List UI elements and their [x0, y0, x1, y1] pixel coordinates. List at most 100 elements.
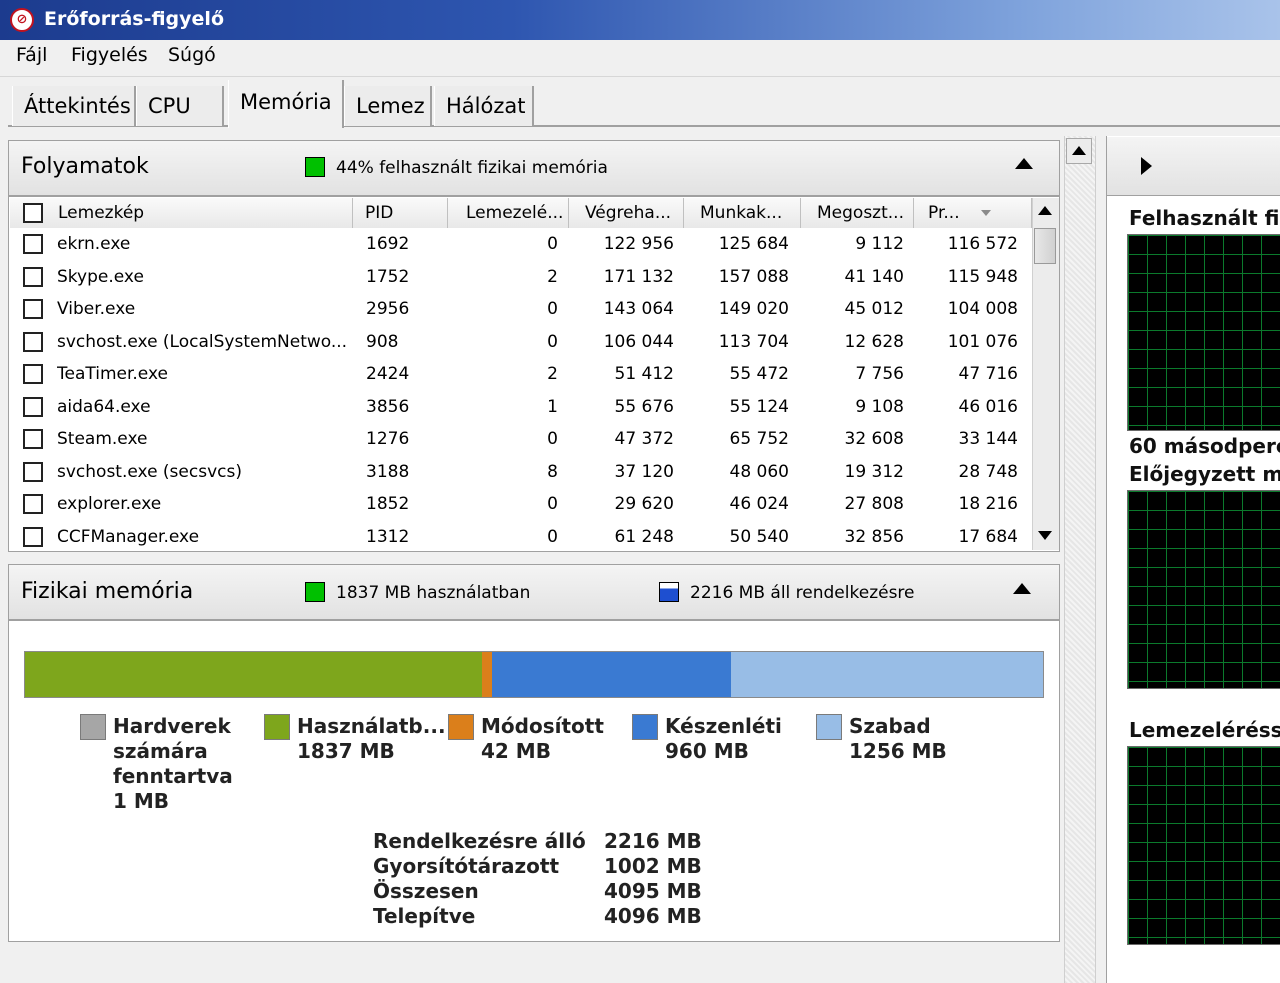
available-indicator-icon: [659, 582, 679, 602]
tab-memory[interactable]: Memória: [228, 80, 344, 128]
column-header-commit[interactable]: Végreha...: [569, 198, 684, 228]
table-cell: 12 628: [844, 331, 904, 352]
used-physical-memory-graph: [1127, 234, 1280, 431]
menu-monitor[interactable]: Figyelés: [71, 44, 148, 66]
available-status: 2216 MB áll rendelkezésre: [690, 583, 915, 603]
row-checkbox[interactable]: [23, 364, 43, 384]
table-cell: 113 704: [718, 331, 789, 352]
legend-label: Szabad: [849, 714, 931, 738]
sort-descending-icon: [981, 210, 991, 216]
table-cell: ekrn.exe: [57, 234, 131, 254]
table-cell: 32 608: [844, 429, 904, 449]
table-cell: 157 088: [718, 266, 789, 287]
table-cell: 19 312: [844, 461, 904, 482]
table-cell: 0: [547, 299, 558, 319]
table-cell: TeaTimer.exe: [57, 364, 168, 384]
table-cell: 104 008: [947, 299, 1018, 319]
stat-value: 1002 MB: [604, 854, 702, 878]
table-cell: 2424: [366, 364, 410, 384]
column-header-image[interactable]: Lemezkép: [10, 198, 353, 228]
in-use-indicator-icon: [305, 582, 325, 602]
tab-network[interactable]: Hálózat: [434, 86, 534, 126]
graph-label-commit-charge: Előjegyzett me: [1129, 462, 1280, 486]
table-cell: 106 044: [603, 331, 674, 352]
tab-disk[interactable]: Lemez: [344, 86, 432, 126]
table-cell: 1692: [366, 234, 410, 254]
modified-segment: [481, 652, 493, 697]
table-cell: 1312: [366, 526, 410, 547]
column-header-hard-faults[interactable]: Lemezelé...: [448, 198, 569, 228]
select-all-checkbox[interactable]: [23, 203, 43, 223]
table-cell: svchost.exe (LocalSystemNetwo...: [57, 331, 348, 352]
legend-label: Hardverek számára fenntartva: [113, 714, 233, 788]
row-checkbox[interactable]: [23, 331, 43, 352]
expand-views-icon[interactable]: [1141, 157, 1152, 175]
table-cell: 0: [547, 526, 558, 547]
table-cell: 143 064: [603, 299, 674, 319]
stat-value: 2216 MB: [604, 829, 702, 853]
row-checkbox[interactable]: [23, 266, 43, 287]
column-header-pid[interactable]: PID: [353, 198, 448, 228]
table-cell: 18 216: [958, 494, 1018, 514]
table-cell: CCFManager.exe: [57, 526, 200, 547]
table-cell: 2956: [366, 299, 410, 319]
table-cell: 0: [547, 429, 558, 449]
legend-swatch: [448, 714, 474, 740]
legend-swatch: [264, 714, 290, 740]
table-cell: 28 748: [958, 461, 1018, 482]
tab-cpu[interactable]: CPU: [136, 86, 224, 126]
legend-value: 960 MB: [665, 739, 749, 763]
legend-value: 1 MB: [113, 789, 170, 813]
table-cell: explorer.exe: [57, 494, 162, 514]
table-cell: 3856: [366, 396, 410, 417]
row-checkbox[interactable]: [23, 494, 43, 514]
row-checkbox[interactable]: [23, 526, 43, 547]
graphs-header[interactable]: [1107, 137, 1280, 196]
legend-label: Módosított: [481, 714, 604, 738]
main-scroll-up-icon[interactable]: [1072, 146, 1086, 155]
table-cell: 33 144: [958, 429, 1018, 449]
table-cell: 50 540: [729, 526, 789, 547]
table-cell: 1276: [366, 429, 410, 449]
legend-label: Készenléti: [665, 714, 782, 738]
table-cell: 46 024: [729, 494, 789, 514]
table-cell: 171 132: [603, 266, 674, 287]
table-cell: Skype.exe: [57, 266, 144, 287]
menu-help[interactable]: Súgó: [168, 44, 216, 66]
column-header-working-set[interactable]: Munkak...: [684, 198, 801, 228]
row-checkbox[interactable]: [23, 429, 43, 449]
collapse-processes-icon[interactable]: [1015, 158, 1033, 169]
table-cell: 2: [547, 364, 558, 384]
row-checkbox[interactable]: [23, 299, 43, 319]
scroll-thumb[interactable]: [1034, 228, 1056, 264]
table-cell: Steam.exe: [57, 429, 148, 449]
tab-overview[interactable]: Áttekintés: [12, 86, 136, 126]
window-title: Erőforrás-figyelő: [44, 8, 224, 30]
stat-value: 4096 MB: [604, 904, 702, 928]
column-header-private[interactable]: Pr...: [914, 198, 1032, 228]
menu-file[interactable]: Fájl: [16, 44, 47, 66]
table-cell: 2: [547, 266, 558, 287]
processes-title: Folyamatok: [21, 154, 149, 179]
collapse-physical-memory-icon[interactable]: [1013, 583, 1031, 594]
processes-memory-status: 44% felhasznált fizikai memória: [336, 158, 608, 178]
legend-swatch: [632, 714, 658, 740]
row-checkbox[interactable]: [23, 396, 43, 417]
scroll-down-icon[interactable]: [1038, 531, 1052, 540]
legend-value: 1837 MB: [297, 739, 395, 763]
table-cell: 65 752: [729, 429, 789, 449]
table-cell: 45 012: [844, 299, 904, 319]
table-cell: 3188: [366, 461, 410, 482]
main-scrollbar[interactable]: [1064, 136, 1096, 983]
column-header-shareable[interactable]: Megoszt...: [801, 198, 914, 228]
legend-swatch: [816, 714, 842, 740]
row-checkbox[interactable]: [23, 461, 43, 482]
stat-value: 4095 MB: [604, 879, 702, 903]
table-cell: Viber.exe: [57, 299, 136, 319]
table-cell: 27 808: [844, 494, 904, 514]
scroll-up-icon[interactable]: [1038, 206, 1052, 215]
stat-label: Gyorsítótárazott: [373, 854, 560, 878]
table-cell: 116 572: [947, 234, 1018, 254]
row-checkbox[interactable]: [23, 234, 43, 254]
table-cell: 1852: [366, 494, 410, 514]
